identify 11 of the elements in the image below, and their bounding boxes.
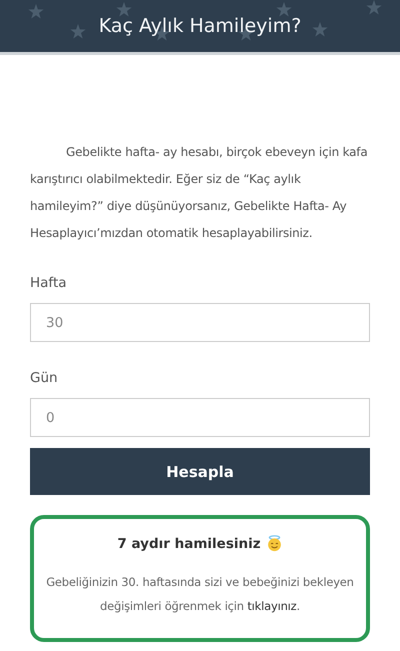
- halo-smiley-icon: [266, 535, 283, 552]
- field-label: Hafta: [30, 275, 68, 291]
- details-link[interactable]: tıklayınız: [247, 599, 296, 613]
- calculate-button[interactable]: Hesapla: [30, 448, 370, 495]
- result-message: Gebeliğinizin 30. haftasında sizi ve bebeğinizi bekleyen değişimleri öğrenmek için tıklayınız.: [46, 574, 354, 615]
- result-title: 7 aydır hamilesiniz: [117, 536, 261, 552]
- input-field[interactable]: 0: [30, 398, 370, 437]
- intro-paragraph: Gebelikte hafta- ay hesabı, birçok ebeveyn için kafa karıştırıcı olabilmektedir. Eğer siz de “Kaç aylık hamileyim?” diye düşünüyorsanız, Gebelikte Hafta- Ay Hesaplayıcı’mızdan otomatik hesaplayabilirsiniz.: [30, 144, 368, 242]
- field-label: Gün: [30, 370, 59, 386]
- page-title: Kaç Aylık Hamileyim?: [98, 15, 302, 37]
- input-field[interactable]: 30: [30, 303, 370, 342]
